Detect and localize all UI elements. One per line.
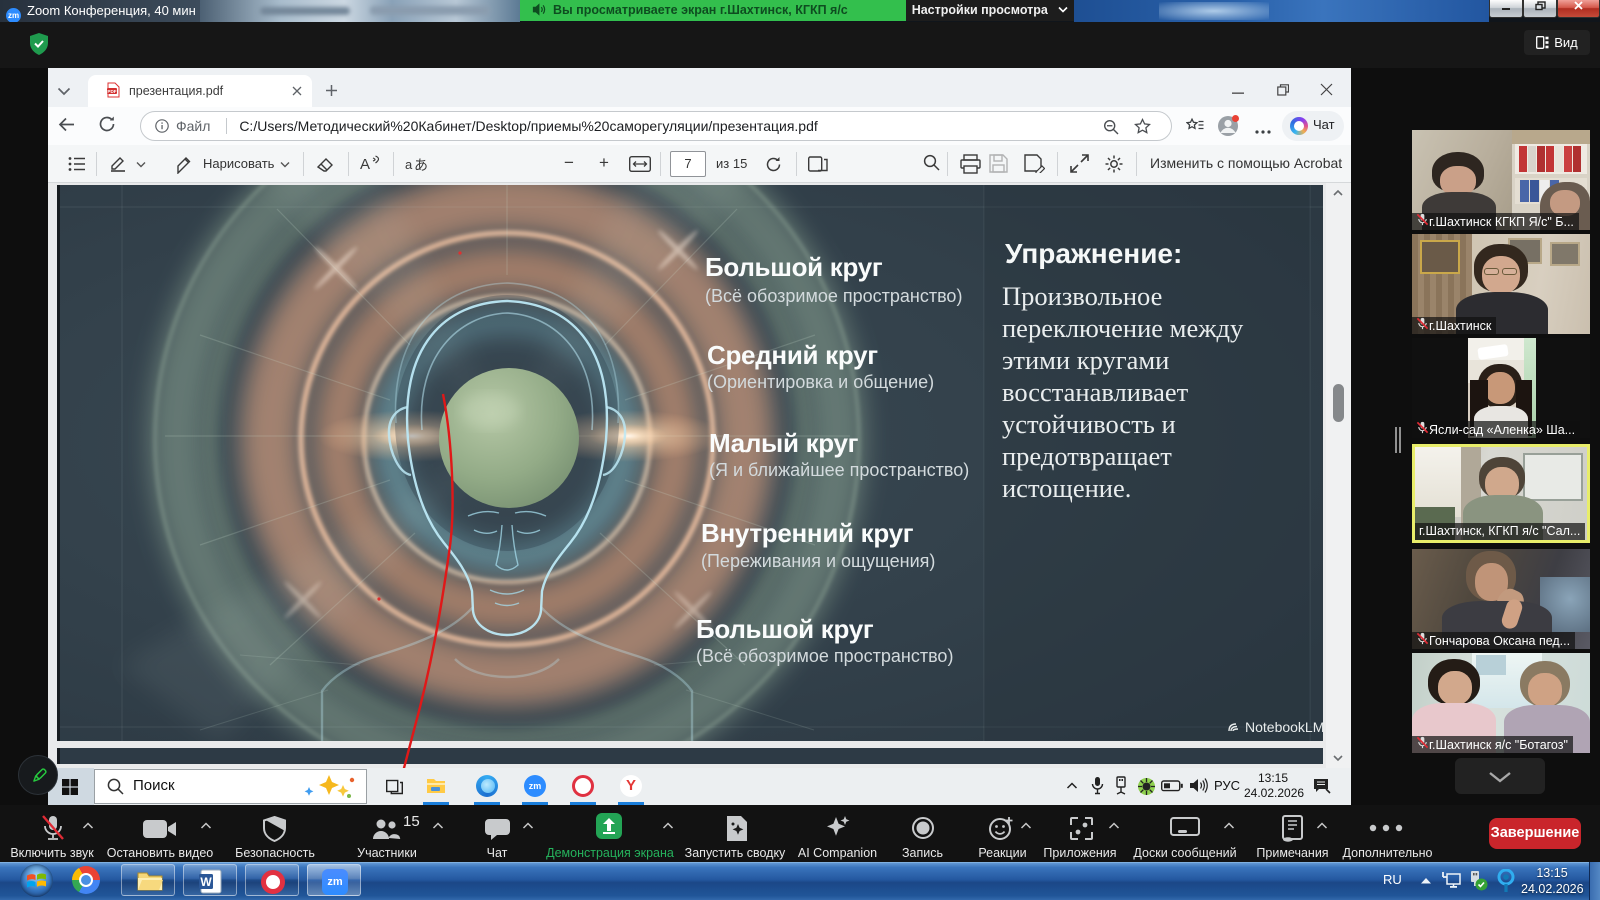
svg-text:W: W — [200, 875, 212, 889]
